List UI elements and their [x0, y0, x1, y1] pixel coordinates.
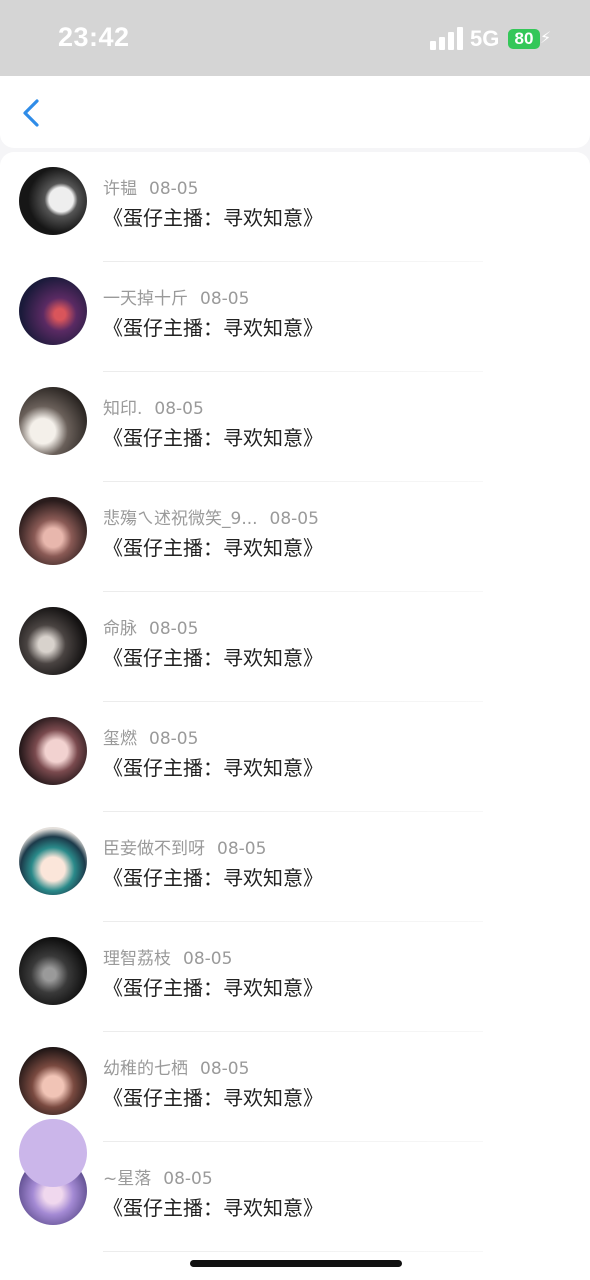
item-text: 《蛋仔主播：寻欢知意》	[103, 976, 323, 1000]
item-text: 《蛋仔主播：寻欢知意》	[103, 1196, 323, 1220]
network-type: 5G	[470, 26, 500, 51]
post-date: 08-05	[154, 399, 204, 419]
item-text: 《蛋仔主播：寻欢知意》	[103, 426, 323, 450]
username[interactable]: 一天掉十斤	[103, 289, 188, 309]
item-text: 《蛋仔主播：寻欢知意》	[103, 536, 323, 560]
battery-level: 80	[514, 29, 534, 48]
avatar[interactable]	[19, 167, 87, 235]
username[interactable]: 命脉	[103, 619, 137, 639]
avatar[interactable]	[19, 1119, 87, 1187]
list-item[interactable]: 玺燃 08-05 《蛋仔主播：寻欢知意》	[0, 702, 590, 812]
avatar[interactable]	[19, 937, 87, 1005]
avatar[interactable]	[19, 497, 87, 565]
status-time: 23:42	[58, 22, 130, 52]
avatar[interactable]	[19, 717, 87, 785]
divider	[103, 1251, 483, 1252]
home-indicator[interactable]	[190, 1260, 402, 1267]
username[interactable]: 玺燃	[103, 729, 137, 749]
avatar[interactable]	[19, 1047, 87, 1115]
avatar[interactable]	[19, 827, 87, 895]
username[interactable]: 幼稚的七栖	[103, 1059, 188, 1079]
item-text: 《蛋仔主播：寻欢知意》	[103, 316, 323, 340]
list-item[interactable]: ~星落 08-05 《蛋仔主播：寻欢知意》	[0, 1142, 590, 1252]
post-date: 08-05	[149, 179, 199, 199]
list-item[interactable]: 命脉 08-05 《蛋仔主播：寻欢知意》	[0, 592, 590, 702]
nav-header	[0, 76, 590, 148]
post-date: 08-05	[149, 619, 199, 639]
item-text: 《蛋仔主播：寻欢知意》	[103, 206, 323, 230]
post-date: 08-05	[217, 839, 267, 859]
item-text: 《蛋仔主播：寻欢知意》	[103, 756, 323, 780]
avatar[interactable]	[19, 277, 87, 345]
list-item[interactable]: 悲殤ㄟ述祝微笑_9... 08-05 《蛋仔主播：寻欢知意》	[0, 482, 590, 592]
username[interactable]: 知印.	[103, 399, 142, 419]
list-item[interactable]: 臣妾做不到呀 08-05 《蛋仔主播：寻欢知意》	[0, 812, 590, 922]
post-date: 08-05	[183, 949, 233, 969]
avatar[interactable]	[19, 387, 87, 455]
list-item[interactable]: 知印. 08-05 《蛋仔主播：寻欢知意》	[0, 372, 590, 482]
charging-icon: ⚡	[540, 28, 552, 47]
username[interactable]: 臣妾做不到呀	[103, 839, 205, 859]
chevron-left-icon	[23, 99, 39, 127]
avatar[interactable]	[19, 607, 87, 675]
post-date: 08-05	[149, 729, 199, 749]
battery-icon: 80	[508, 29, 540, 49]
item-text: 《蛋仔主播：寻欢知意》	[103, 1086, 323, 1110]
post-date: 08-05	[200, 289, 250, 309]
username[interactable]: 许韫	[103, 179, 137, 199]
back-button[interactable]	[16, 98, 46, 128]
item-text: 《蛋仔主播：寻欢知意》	[103, 866, 323, 890]
post-date: 08-05	[163, 1169, 213, 1189]
status-bar: 23:42 5G 80 ⚡	[0, 0, 590, 76]
comment-list: 许韫 08-05 《蛋仔主播：寻欢知意》 一天掉十斤 08-05 《蛋仔主播：寻欢知…	[0, 152, 590, 1280]
list-item[interactable]: 理智荔枝 08-05 《蛋仔主播：寻欢知意》	[0, 922, 590, 1032]
signal-icon	[430, 26, 464, 50]
username[interactable]: 理智荔枝	[103, 949, 171, 969]
list-item[interactable]: 一天掉十斤 08-05 《蛋仔主播：寻欢知意》	[0, 262, 590, 372]
post-date: 08-05	[269, 509, 319, 529]
username[interactable]: 悲殤ㄟ述祝微笑_9...	[103, 509, 258, 529]
list-item[interactable]: 许韫 08-05 《蛋仔主播：寻欢知意》	[0, 152, 590, 262]
item-text: 《蛋仔主播：寻欢知意》	[103, 646, 323, 670]
post-date: 08-05	[200, 1059, 250, 1079]
list-item[interactable]: 幼稚的七栖 08-05 《蛋仔主播：寻欢知意》	[0, 1032, 590, 1142]
username[interactable]: ~星落	[103, 1169, 151, 1189]
